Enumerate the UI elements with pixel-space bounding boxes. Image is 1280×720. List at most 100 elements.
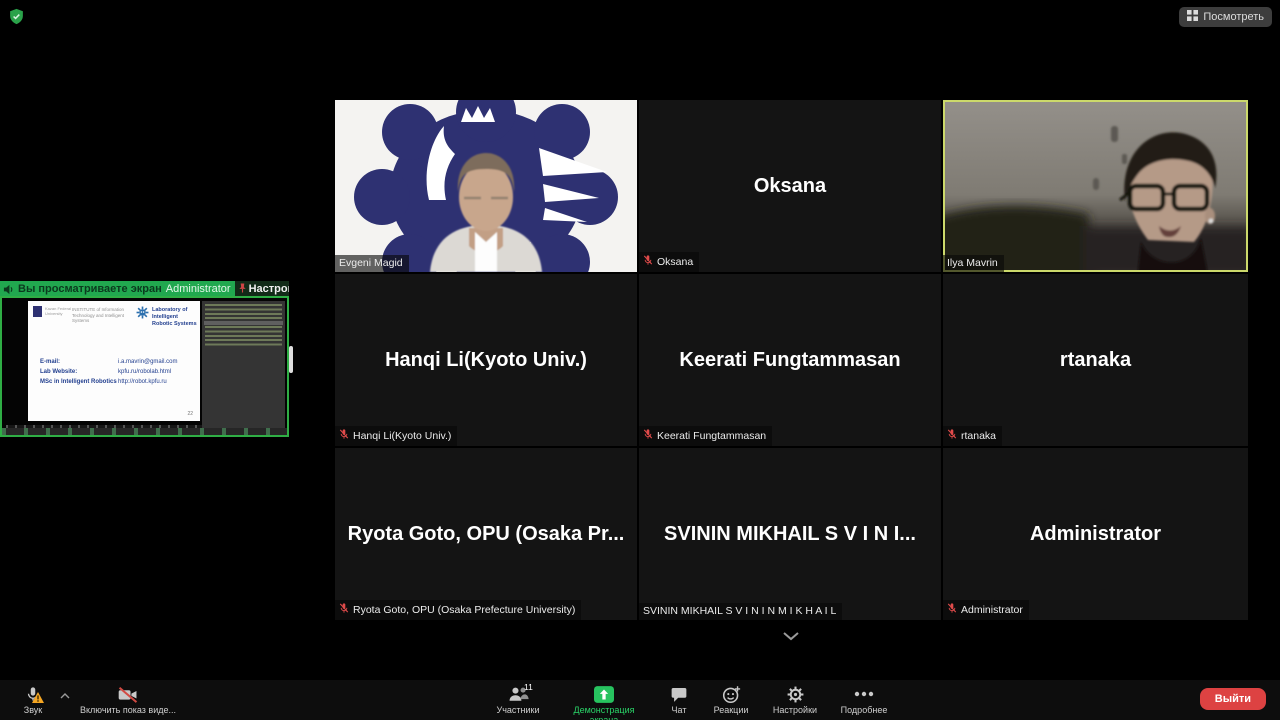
video-button[interactable]: Включить показ виде... (74, 681, 182, 715)
muted-mic-icon (643, 428, 653, 443)
share-screen-label: Демонстрация экрана (560, 705, 648, 720)
participant-name-label: Oksana (657, 256, 693, 268)
share-screen-icon (594, 684, 614, 704)
university-name: Kazan Federal University (45, 306, 71, 317)
more-dots-icon (854, 684, 874, 704)
participant-name-label: SVININ MIKHAIL S V I N I N M I K H A I L (643, 605, 836, 617)
participant-tile-rtanaka[interactable]: rtanaka rtanaka (943, 274, 1248, 446)
muted-mic-icon (947, 428, 957, 443)
participant-display-name: Ryota Goto, OPU (Osaka Pr... (335, 448, 637, 620)
chat-button[interactable]: Чат (664, 681, 694, 720)
audio-warning-icon (32, 692, 44, 705)
reactions-icon (722, 684, 741, 704)
slide-value-email: i.a.mavrin@gmail.com (118, 357, 194, 367)
preview-scrollbar-thumb[interactable] (289, 346, 293, 373)
nameplate: Evgeni Magid (335, 255, 409, 272)
gallery-view-icon (1187, 10, 1198, 24)
participant-name-label: Administrator (961, 604, 1023, 616)
share-screen-button[interactable]: Демонстрация экрана (558, 681, 650, 720)
reactions-button[interactable]: Реакции (708, 681, 754, 720)
pin-icon (238, 282, 247, 297)
camera-off-icon (117, 684, 139, 704)
participant-display-name: Keerati Fungtammasan (639, 274, 941, 446)
slide-label-msc: MSc in Intelligent Robotics (40, 377, 118, 387)
chat-label: Чат (672, 705, 687, 715)
slide-page-number: 22 (187, 411, 193, 417)
video-label: Включить показ виде... (80, 705, 176, 715)
muted-mic-icon (339, 602, 349, 617)
audio-button[interactable]: Звук (10, 681, 56, 715)
evgeni-magid-video (335, 100, 637, 272)
presentation-slide: Kazan Federal University INSTITUTE of In… (28, 301, 200, 421)
shared-screen-taskbar (2, 428, 287, 435)
participant-display-name: rtanaka (943, 274, 1248, 446)
view-layout-button[interactable]: Посмотреть (1179, 7, 1272, 27)
participant-name-label: Ilya Mavrin (947, 257, 998, 269)
muted-mic-icon (947, 602, 957, 617)
nameplate: Ryota Goto, OPU (Osaka Prefecture Univer… (335, 600, 581, 620)
participant-name-label: Evgeni Magid (339, 257, 403, 269)
ilya-mavrin-video (943, 100, 1248, 272)
presenter-name: Administrator (166, 283, 231, 295)
settings-button[interactable]: Настройки (768, 681, 822, 720)
view-options-button[interactable]: Настройки просмот (235, 281, 289, 297)
muted-mic-icon (339, 428, 349, 443)
participants-button[interactable]: 11 Участники (492, 681, 544, 720)
view-options-label: Настройки просмот (249, 283, 289, 295)
university-logo (33, 306, 42, 317)
participants-count-badge: 11 (524, 682, 533, 692)
slide-label-email: E-mail: (40, 357, 118, 367)
file-list-selected-row (204, 321, 283, 325)
nameplate: SVININ MIKHAIL S V I N I N M I K H A I L (639, 603, 842, 620)
participant-tile-ryota-goto[interactable]: Ryota Goto, OPU (Osaka Pr... Ryota Goto,… (335, 448, 637, 620)
participant-tile-svinin-mikhail[interactable]: SVININ MIKHAIL S V I N I... SVININ MIKHA… (639, 448, 941, 620)
participant-tile-administrator[interactable]: Administrator Administrator (943, 448, 1248, 620)
meeting-toolbar: Звук Включить показ виде... 11 Участники (0, 680, 1280, 720)
participant-name-label: Keerati Fungtammasan (657, 430, 766, 442)
shared-screen-preview[interactable]: Kazan Federal University INSTITUTE of In… (0, 296, 289, 437)
slide-value-msc: http://robot.kpfu.ru (118, 377, 194, 387)
nameplate: Ilya Mavrin (943, 255, 1004, 272)
meeting-security-shield-icon[interactable] (8, 8, 25, 25)
slide-label-website: Lab Website: (40, 367, 118, 377)
settings-label: Настройки (773, 705, 817, 715)
more-button[interactable]: Подробнее (836, 681, 892, 720)
audio-label: Звук (24, 705, 42, 715)
nameplate: Oksana (639, 252, 699, 272)
participant-display-name: Administrator (943, 448, 1248, 620)
more-label: Подробнее (841, 705, 888, 715)
participants-label: Участники (497, 705, 540, 715)
participant-tile-hanqi-li[interactable]: Hanqi Li(Kyoto Univ.) Hanqi Li(Kyoto Uni… (335, 274, 637, 446)
participant-display-name: Oksana (639, 100, 941, 272)
zoom-meeting-window: Посмотреть Вы просматриваете экран Admin… (0, 0, 1280, 720)
slide-value-website: kpfu.ru/robolab.html (118, 367, 194, 377)
institute-name: INSTITUTE of Information Technology and … (72, 307, 134, 324)
participant-name-label: Ryota Goto, OPU (Osaka Prefecture Univer… (353, 604, 575, 616)
lab-name: Laboratory of Intelligent Robotic System… (152, 307, 198, 328)
participant-name-label: rtanaka (961, 430, 996, 442)
participant-display-name: SVININ MIKHAIL S V I N I... (639, 448, 941, 620)
viewing-screen-text: Вы просматриваете экран (18, 283, 162, 295)
participant-tile-oksana[interactable]: Oksana Oksana (639, 100, 941, 272)
participant-grid: Evgeni Magid Oksana Oksana (335, 100, 1248, 621)
chat-icon (670, 684, 688, 704)
speaker-icon (3, 284, 14, 295)
nameplate: Keerati Fungtammasan (639, 426, 772, 446)
file-list-panel (202, 301, 285, 432)
file-list-rows (205, 304, 282, 348)
lab-gear-icon (136, 306, 149, 324)
participant-tile-ilya-mavrin[interactable]: Ilya Mavrin (943, 100, 1248, 272)
audio-options-chevron[interactable] (58, 681, 72, 708)
nameplate: Administrator (943, 600, 1029, 620)
participant-name-label: Hanqi Li(Kyoto Univ.) (353, 430, 451, 442)
gallery-next-page-chevron[interactable] (774, 628, 808, 646)
participant-tile-evgeni-magid[interactable]: Evgeni Magid (335, 100, 637, 272)
participant-display-name: Hanqi Li(Kyoto Univ.) (335, 274, 637, 446)
view-layout-label: Посмотреть (1203, 11, 1264, 23)
muted-mic-icon (643, 254, 653, 269)
participant-tile-keerati[interactable]: Keerati Fungtammasan Keerati Fungtammasa… (639, 274, 941, 446)
gear-icon (786, 684, 805, 704)
reactions-label: Реакции (714, 705, 749, 715)
leave-meeting-button[interactable]: Выйти (1200, 688, 1266, 710)
screen-share-banner: Вы просматриваете экран Administrator На… (0, 281, 289, 297)
